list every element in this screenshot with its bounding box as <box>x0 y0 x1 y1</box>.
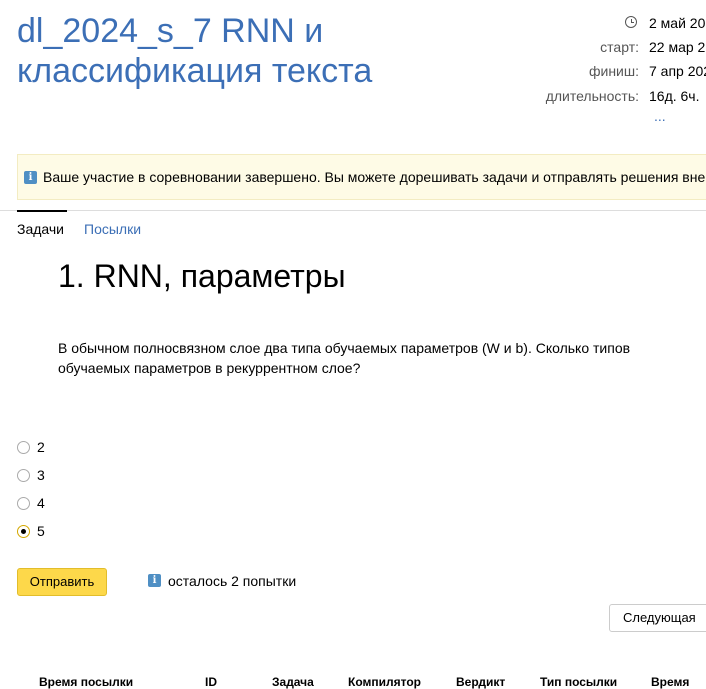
attempts-remaining: осталось 2 попытки <box>168 573 297 589</box>
participation-notice: i Ваше участие в соревновании завершено.… <box>17 154 706 200</box>
option-label: 4 <box>37 495 45 511</box>
tab-tasks[interactable]: Задачи <box>17 221 64 237</box>
radio-button[interactable] <box>17 497 30 510</box>
radio-button-checked[interactable] <box>17 525 30 538</box>
radio-button[interactable] <box>17 469 30 482</box>
submit-button[interactable]: Отправить <box>17 568 107 596</box>
contest-title-line1: dl_2024_s_7 RNN и <box>17 12 324 50</box>
clock-icon <box>625 16 637 28</box>
notice-text: Ваше участие в соревновании завершено. В… <box>43 169 706 185</box>
finish-value: 7 апр 202 <box>649 63 706 79</box>
active-tab-indicator <box>17 210 67 212</box>
tab-submissions[interactable]: Посылки <box>84 221 141 237</box>
problem-title: 1. RNN, параметры <box>58 258 346 294</box>
finish-label: финиш: <box>588 63 639 79</box>
problem-statement: В обычном полносвязном слое два типа обу… <box>58 340 631 376</box>
next-problem-button[interactable]: Следующая <box>609 604 706 632</box>
tabs-divider <box>0 210 706 211</box>
more-info-link[interactable]: ... <box>654 108 666 124</box>
duration-value: 16д. 6ч. <box>649 88 700 104</box>
contest-title: dl_2024_s_7 RNN и классификация текста <box>17 11 517 91</box>
info-icon: i <box>148 574 161 587</box>
option-label: 3 <box>37 467 45 483</box>
option-label: 2 <box>37 439 45 455</box>
info-icon: i <box>24 171 37 184</box>
start-value: 22 мар 2 <box>649 39 706 55</box>
start-label: старт: <box>600 39 639 55</box>
current-time: 2 май 20 <box>649 15 706 31</box>
duration-label: длительность: <box>545 88 639 104</box>
contest-title-line2: классификация текста <box>17 52 373 90</box>
option-label: 5 <box>37 523 45 539</box>
radio-button[interactable] <box>17 441 30 454</box>
